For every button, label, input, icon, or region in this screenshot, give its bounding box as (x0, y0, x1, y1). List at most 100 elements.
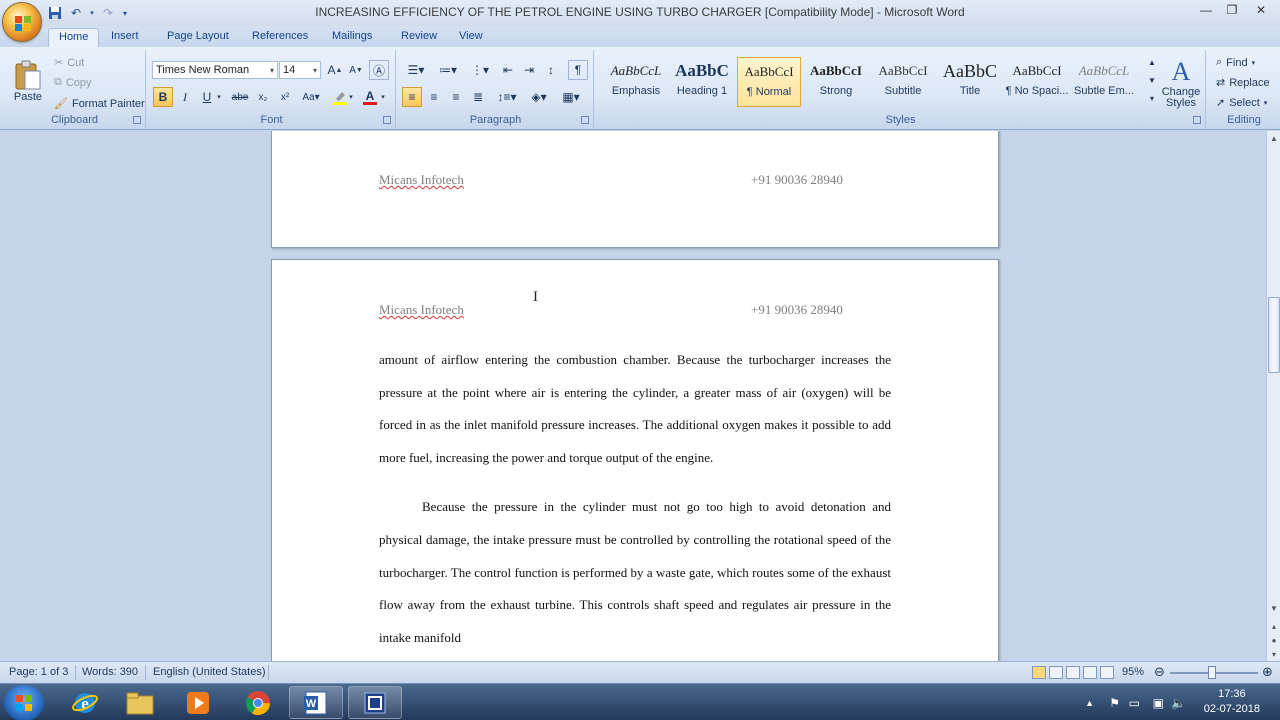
vertical-scrollbar[interactable]: ▲ ▼ ▴ ● ▾ (1266, 131, 1280, 661)
shrink-font-icon[interactable]: A ▼ (346, 60, 366, 80)
tab-page-layout[interactable]: Page Layout (157, 28, 239, 47)
media-player-icon[interactable] (171, 686, 225, 719)
tab-insert[interactable]: Insert (101, 28, 149, 47)
paragraph-launcher-icon[interactable] (581, 116, 589, 124)
grow-font-icon[interactable]: A ▲ (325, 60, 345, 80)
increase-indent-icon[interactable]: ⇥ (519, 60, 539, 80)
outline-view-icon[interactable] (1083, 666, 1097, 679)
align-right-icon[interactable]: ≡ (446, 87, 466, 107)
gallery-more-icon[interactable]: ▾ (1142, 90, 1162, 106)
close-icon[interactable]: ✕ (1246, 1, 1276, 19)
style-item[interactable]: AaBbCcL Emphasis (604, 57, 668, 107)
word-taskbar-icon[interactable]: W (289, 686, 343, 719)
app-taskbar-icon[interactable] (348, 686, 402, 719)
restore-icon[interactable]: ❐ (1220, 1, 1244, 19)
style-item[interactable]: AaBbCcI Subtitle (871, 57, 935, 107)
office-button[interactable] (2, 2, 42, 42)
highlight-dropdown-icon[interactable]: ▾ (346, 87, 356, 107)
word-count[interactable]: Words: 390 (82, 666, 138, 678)
previous-page-icon[interactable]: ▴ (1267, 619, 1280, 633)
strikethrough-icon[interactable]: abe (230, 87, 250, 107)
web-layout-icon[interactable] (1066, 666, 1080, 679)
style-item[interactable]: AaBbCcL Subtle Em... (1072, 57, 1136, 107)
system-clock[interactable]: 17:36 02-07-2018 (1204, 687, 1260, 717)
document-body[interactable]: amount of airflow entering the combustio… (379, 344, 891, 654)
flag-icon[interactable]: ⚑ (1109, 696, 1120, 710)
font-family-combo[interactable]: Times New Roman ▾ (152, 61, 278, 79)
internet-explorer-icon[interactable]: e (58, 686, 112, 719)
minimize-icon[interactable]: — (1194, 1, 1218, 19)
page-2[interactable]: Micans Infotech +91 90036 28940 amount o… (271, 259, 999, 661)
zoom-out-icon[interactable]: ⊖ (1154, 664, 1165, 680)
cut-button[interactable]: ✂ Cut (54, 56, 84, 70)
tab-home[interactable]: Home (48, 28, 100, 47)
tab-references[interactable]: References (242, 28, 318, 47)
clipboard-launcher-icon[interactable] (133, 116, 141, 124)
font-color-dropdown-icon[interactable]: ▾ (378, 87, 388, 107)
style-item[interactable]: AaBbCcI ¶ No Spaci... (1005, 57, 1069, 107)
zoom-in-icon[interactable]: ⊕ (1262, 664, 1273, 680)
language-indicator[interactable]: English (United States) (153, 666, 266, 678)
network-icon[interactable]: ▣ (1153, 696, 1164, 710)
style-item[interactable]: AaBbCcI Strong (804, 57, 868, 107)
browse-object-icon[interactable]: ● (1267, 633, 1280, 647)
bold-icon[interactable]: B (153, 87, 173, 107)
select-label: Select (1229, 96, 1260, 109)
font-size-combo[interactable]: 14 ▾ (279, 61, 321, 79)
style-item[interactable]: AaBbC Title (938, 57, 1002, 107)
change-styles-button[interactable]: A Change Styles (1160, 52, 1202, 114)
scroll-thumb[interactable] (1268, 297, 1280, 373)
shading-icon[interactable]: ◈▾ (526, 87, 552, 107)
subscript-icon[interactable]: x₂ (253, 87, 273, 107)
line-spacing-icon[interactable]: ↕≡▾ (494, 87, 520, 107)
show-formatting-marks-icon[interactable]: ¶ (568, 60, 588, 80)
start-button[interactable] (4, 685, 44, 720)
superscript-icon[interactable]: x² (275, 87, 295, 107)
next-page-icon[interactable]: ▾ (1267, 647, 1280, 661)
styles-launcher-icon[interactable] (1193, 116, 1201, 124)
decrease-indent-icon[interactable]: ⇤ (498, 60, 518, 80)
tab-review[interactable]: Review (391, 28, 447, 47)
style-item[interactable]: AaBbC Heading 1 (670, 57, 734, 107)
italic-icon[interactable]: I (175, 87, 195, 107)
change-case-icon[interactable]: Aa▾ (298, 87, 324, 107)
clear-formatting-icon[interactable]: Ⓐ (369, 60, 389, 80)
gallery-down-icon[interactable]: ▼ (1142, 72, 1162, 88)
style-item[interactable]: AaBbCcI ¶ Normal (737, 57, 801, 107)
page-count[interactable]: Page: 1 of 3 (9, 666, 68, 678)
scroll-up-icon[interactable]: ▲ (1267, 131, 1280, 145)
borders-icon[interactable]: ▦▾ (558, 87, 584, 107)
find-button[interactable]: ⌕ Find ▾ (1216, 56, 1255, 69)
copy-button[interactable]: ⧉ Copy (54, 76, 92, 89)
print-layout-view-icon[interactable] (1032, 666, 1046, 679)
gallery-up-icon[interactable]: ▲ (1142, 54, 1162, 70)
zoom-slider-thumb[interactable] (1208, 666, 1216, 679)
tab-view[interactable]: View (449, 28, 493, 47)
volume-icon[interactable]: 🔈 (1171, 696, 1186, 710)
justify-icon[interactable]: ≣ (468, 87, 488, 107)
bullets-icon[interactable]: ☰▾ (402, 60, 430, 80)
numbering-icon[interactable]: ≔▾ (434, 60, 462, 80)
page-1[interactable]: Micans Infotech +91 90036 28940 (271, 131, 999, 248)
tab-mailings[interactable]: Mailings (322, 28, 382, 47)
align-center-icon[interactable]: ≡ (424, 87, 444, 107)
underline-dropdown-icon[interactable]: ▾ (214, 87, 224, 107)
full-screen-reading-icon[interactable] (1049, 666, 1063, 679)
multilevel-list-icon[interactable]: ⋮▾ (466, 60, 494, 80)
sort-icon[interactable]: ↕ (541, 60, 561, 80)
document-area[interactable]: Micans Infotech +91 90036 28940 Micans I… (0, 131, 1266, 661)
select-button[interactable]: ➚ Select ▾ (1216, 96, 1267, 110)
chrome-icon[interactable] (231, 686, 285, 719)
file-explorer-icon[interactable] (113, 686, 167, 719)
replace-button[interactable]: ⇄ Replace (1216, 76, 1270, 90)
align-left-icon[interactable]: ≡ (402, 87, 422, 107)
font-color-icon[interactable]: A (360, 87, 380, 107)
font-launcher-icon[interactable] (383, 116, 391, 124)
format-painter-button[interactable]: 🖌 Format Painter (54, 97, 145, 111)
paste-button[interactable]: Paste (8, 52, 48, 110)
zoom-level[interactable]: 95% (1122, 666, 1144, 678)
draft-view-icon[interactable] (1100, 666, 1114, 679)
show-hidden-icons-icon[interactable]: ▲ (1085, 698, 1094, 708)
device-icon[interactable]: ▭ (1129, 696, 1140, 710)
scroll-down-icon[interactable]: ▼ (1267, 601, 1280, 615)
